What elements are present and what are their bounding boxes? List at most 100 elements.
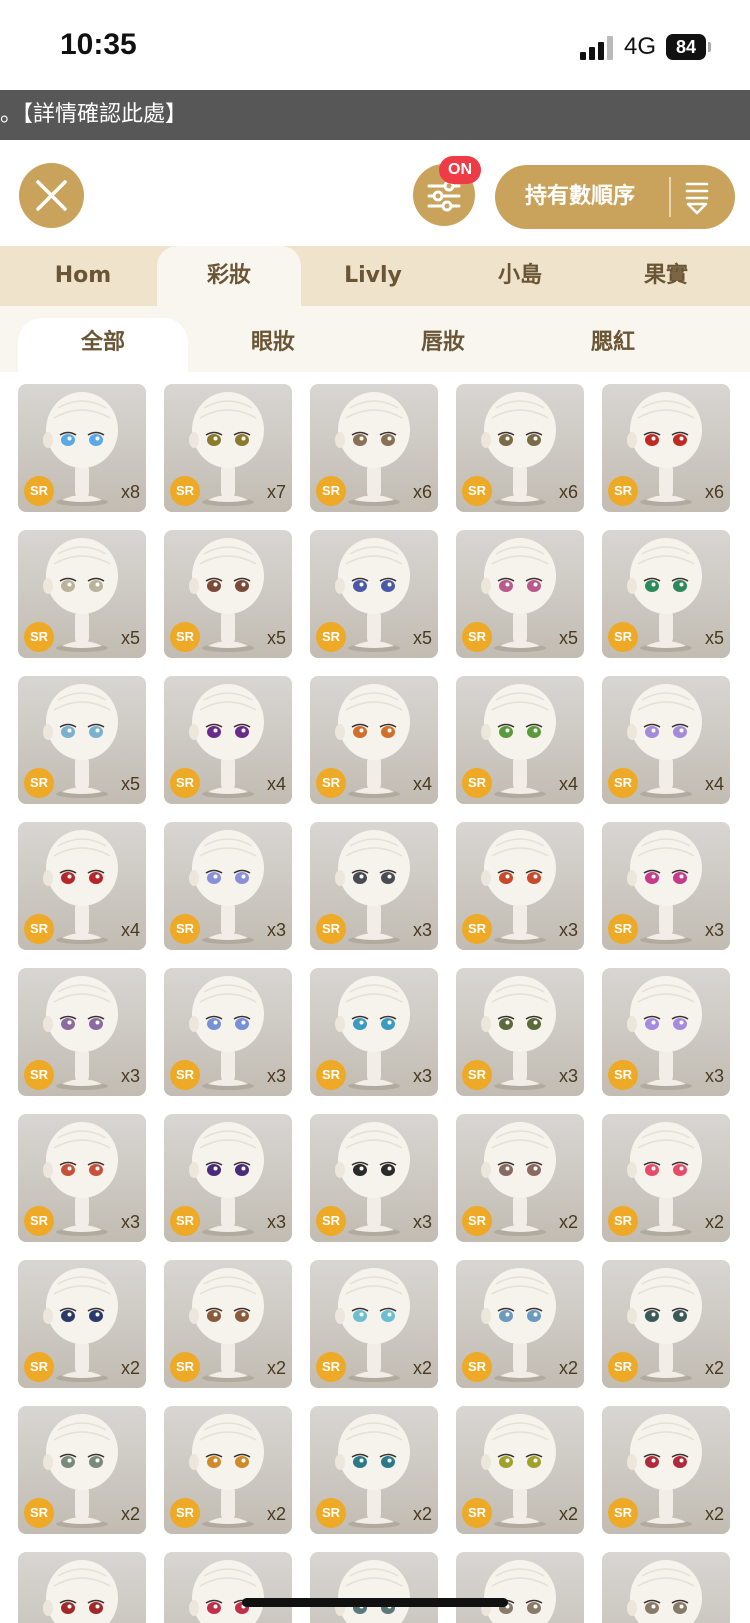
tab-hom[interactable]: Hom xyxy=(15,246,151,306)
item-card[interactable] xyxy=(310,1552,438,1623)
item-card[interactable]: SR x4 xyxy=(164,676,292,804)
close-button[interactable] xyxy=(19,163,84,228)
item-grid-area[interactable]: SR x8 SR x7 SR x6 SR x6 SR x6 SR x5 SR x… xyxy=(0,372,750,1623)
rarity-badge: SR xyxy=(462,768,492,798)
item-card[interactable]: SR x5 xyxy=(602,530,730,658)
item-card[interactable] xyxy=(602,1552,730,1623)
home-indicator[interactable] xyxy=(242,1598,508,1607)
item-card[interactable]: SR x2 xyxy=(164,1406,292,1534)
item-count: x4 xyxy=(704,774,724,794)
item-card[interactable]: SR x4 xyxy=(602,676,730,804)
rarity-badge: SR xyxy=(170,1206,200,1236)
item-card[interactable]: SR x5 xyxy=(310,530,438,658)
item-card[interactable]: SR x3 xyxy=(164,822,292,950)
item-count: x3 xyxy=(412,1066,432,1086)
item-card[interactable]: SR x2 xyxy=(456,1260,584,1388)
rarity-badge: SR xyxy=(316,914,346,944)
item-card[interactable]: SR x7 xyxy=(164,384,292,512)
rarity-badge: SR xyxy=(316,1060,346,1090)
item-card[interactable]: SR x3 xyxy=(310,822,438,950)
item-card[interactable]: SR x4 xyxy=(310,676,438,804)
item-count: x6 xyxy=(412,482,432,502)
item-card[interactable]: SR x3 xyxy=(164,968,292,1096)
item-card[interactable]: SR x3 xyxy=(310,968,438,1096)
rarity-badge: SR xyxy=(170,1498,200,1528)
item-count: x2 xyxy=(704,1212,724,1232)
signal-icon xyxy=(580,36,614,60)
item-card[interactable]: SR x3 xyxy=(456,822,584,950)
item-count: x3 xyxy=(120,1212,140,1232)
item-card[interactable]: SR x2 xyxy=(310,1406,438,1534)
item-count: x3 xyxy=(266,920,286,940)
battery-icon: 84 xyxy=(666,34,706,60)
rarity-badge: SR xyxy=(608,768,638,798)
rarity-badge: SR xyxy=(608,476,638,506)
item-card[interactable]: SR x2 xyxy=(602,1114,730,1242)
item-card[interactable]: SR x2 xyxy=(602,1406,730,1534)
rarity-badge: SR xyxy=(462,1498,492,1528)
item-count: x4 xyxy=(120,920,140,940)
item-count: x3 xyxy=(558,1066,578,1086)
item-card[interactable]: SR x2 xyxy=(456,1406,584,1534)
rarity-badge: SR xyxy=(316,1498,346,1528)
item-count: x2 xyxy=(558,1504,578,1524)
item-card[interactable]: SR x2 xyxy=(602,1260,730,1388)
item-count: x3 xyxy=(120,1066,140,1086)
item-count: x2 xyxy=(266,1504,286,1524)
sort-label: 持有數順序 xyxy=(525,184,636,209)
item-card[interactable]: SR x6 xyxy=(602,384,730,512)
subtab-blush[interactable]: 腮紅 xyxy=(528,318,698,372)
item-card[interactable] xyxy=(164,1552,292,1623)
item-card[interactable] xyxy=(456,1552,584,1623)
item-card[interactable]: SR x5 xyxy=(456,530,584,658)
close-icon xyxy=(36,180,67,211)
item-count: x5 xyxy=(266,628,286,648)
item-card[interactable]: SR x3 xyxy=(602,968,730,1096)
subtab-lip[interactable]: 唇妝 xyxy=(358,318,528,372)
item-card[interactable]: SR x3 xyxy=(456,968,584,1096)
rarity-badge: SR xyxy=(462,914,492,944)
item-card[interactable]: SR x3 xyxy=(310,1114,438,1242)
rarity-badge: SR xyxy=(462,476,492,506)
item-card[interactable]: SR x6 xyxy=(456,384,584,512)
item-card[interactable]: SR x2 xyxy=(18,1260,146,1388)
item-count: x4 xyxy=(558,774,578,794)
item-card[interactable]: SR x4 xyxy=(456,676,584,804)
item-count: x2 xyxy=(558,1358,578,1378)
tab-makeup[interactable]: 彩妝 xyxy=(157,246,301,306)
rarity-badge: SR xyxy=(24,1060,54,1090)
item-card[interactable]: SR x3 xyxy=(602,822,730,950)
item-card[interactable]: SR x4 xyxy=(18,822,146,950)
rarity-badge: SR xyxy=(608,1060,638,1090)
tab-fruit[interactable]: 果實 xyxy=(598,246,734,306)
rarity-badge: SR xyxy=(170,1060,200,1090)
item-count: x4 xyxy=(412,774,432,794)
item-card[interactable]: SR x2 xyxy=(18,1406,146,1534)
item-card[interactable]: SR x2 xyxy=(456,1114,584,1242)
tab-livly[interactable]: Livly xyxy=(305,246,441,306)
rarity-badge: SR xyxy=(316,1352,346,1382)
tab-island[interactable]: 小島 xyxy=(452,246,588,306)
item-count: x2 xyxy=(704,1504,724,1524)
item-card[interactable]: SR x2 xyxy=(164,1260,292,1388)
item-card[interactable]: SR x5 xyxy=(18,530,146,658)
item-card[interactable]: SR x5 xyxy=(164,530,292,658)
subtab-eye[interactable]: 眼妝 xyxy=(188,318,358,372)
item-count: x3 xyxy=(266,1066,286,1086)
item-card[interactable]: SR x3 xyxy=(164,1114,292,1242)
mannequin-head-icon xyxy=(481,1560,556,1623)
item-card[interactable]: SR x2 xyxy=(310,1260,438,1388)
item-card[interactable]: SR x6 xyxy=(310,384,438,512)
rarity-badge: SR xyxy=(170,476,200,506)
item-card[interactable]: SR x3 xyxy=(18,968,146,1096)
item-count: x5 xyxy=(558,628,578,648)
item-card[interactable]: SR x8 xyxy=(18,384,146,512)
notice-banner[interactable]: 。【詳情確認此處】 xyxy=(0,90,750,140)
item-count: x4 xyxy=(266,774,286,794)
sort-button[interactable]: 持有數順序 xyxy=(495,165,735,229)
item-card[interactable]: SR x3 xyxy=(18,1114,146,1242)
item-card[interactable]: SR x5 xyxy=(18,676,146,804)
item-count: x2 xyxy=(558,1212,578,1232)
item-card[interactable] xyxy=(18,1552,146,1623)
subtab-all[interactable]: 全部 xyxy=(18,318,188,372)
